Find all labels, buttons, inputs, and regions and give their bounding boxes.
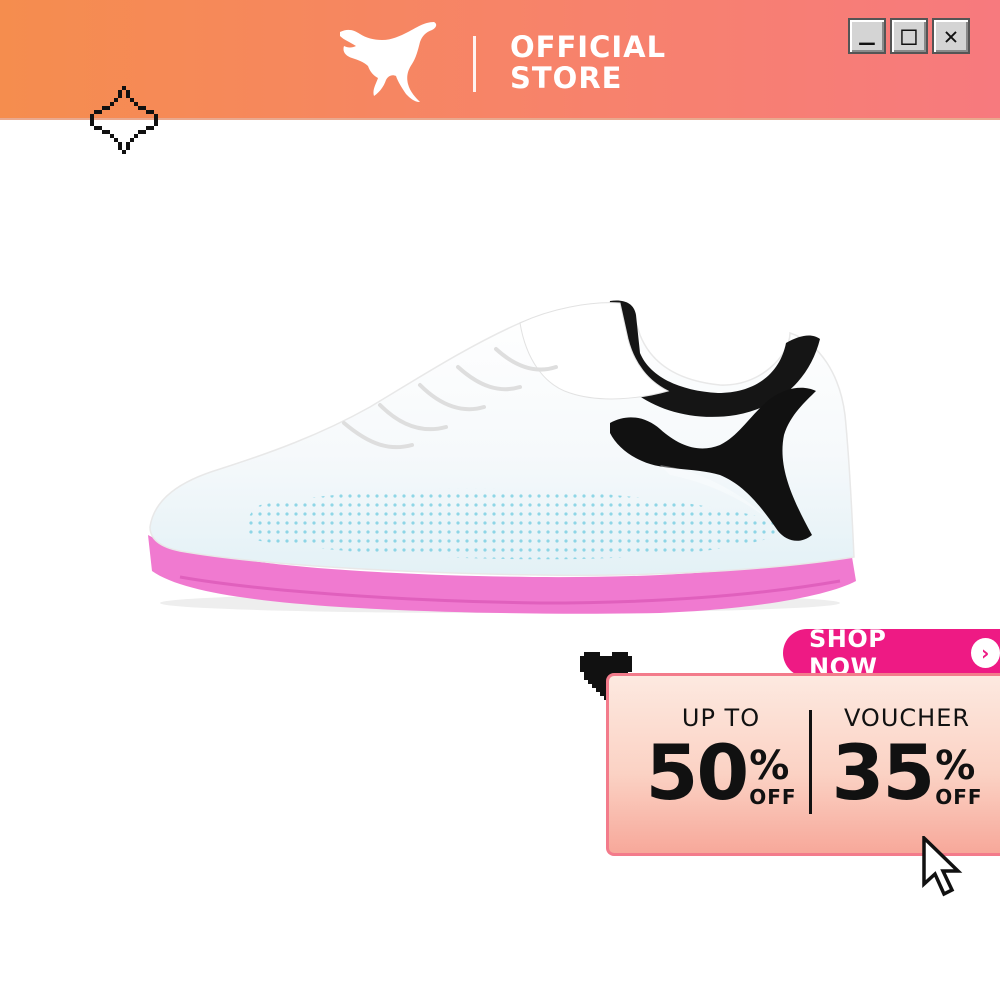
product-shoe-image [148,300,856,614]
voucher-off: OFF [935,785,983,809]
discount-percent: % [749,743,790,789]
discount-off: OFF [749,785,797,809]
sparkle-icon [90,86,158,154]
store-label-line1: OFFICIAL [510,30,667,64]
header-divider [473,36,476,92]
voucher-percent: % [935,743,976,789]
discount-value: 50 [645,728,749,817]
window-controls: _ □ ✕ [848,16,970,54]
discount-block: UP TO 50 % OFF [631,704,811,812]
promo-divider [809,710,812,814]
maximize-icon: □ [901,21,917,51]
voucher-value: 35 [831,728,935,817]
shop-now-button[interactable]: SHOP NOW › [783,625,1000,681]
minimize-button[interactable]: _ [848,16,886,54]
store-label-line2: STORE [510,61,623,95]
close-button[interactable]: ✕ [932,18,970,54]
chevron-right-icon: › [970,638,1000,668]
voucher-block: VOUCHER 35 % OFF [817,704,997,812]
maximize-button[interactable]: □ [890,18,928,54]
puma-logo-icon [340,22,437,102]
close-icon: ✕ [943,22,959,50]
promo-card[interactable]: UP TO 50 % OFF VOUCHER 35 % OFF [606,673,1000,856]
official-store-label: OFFICIAL STORE [510,32,666,94]
cursor-icon [922,836,963,897]
minimize-icon: _ [859,16,875,46]
